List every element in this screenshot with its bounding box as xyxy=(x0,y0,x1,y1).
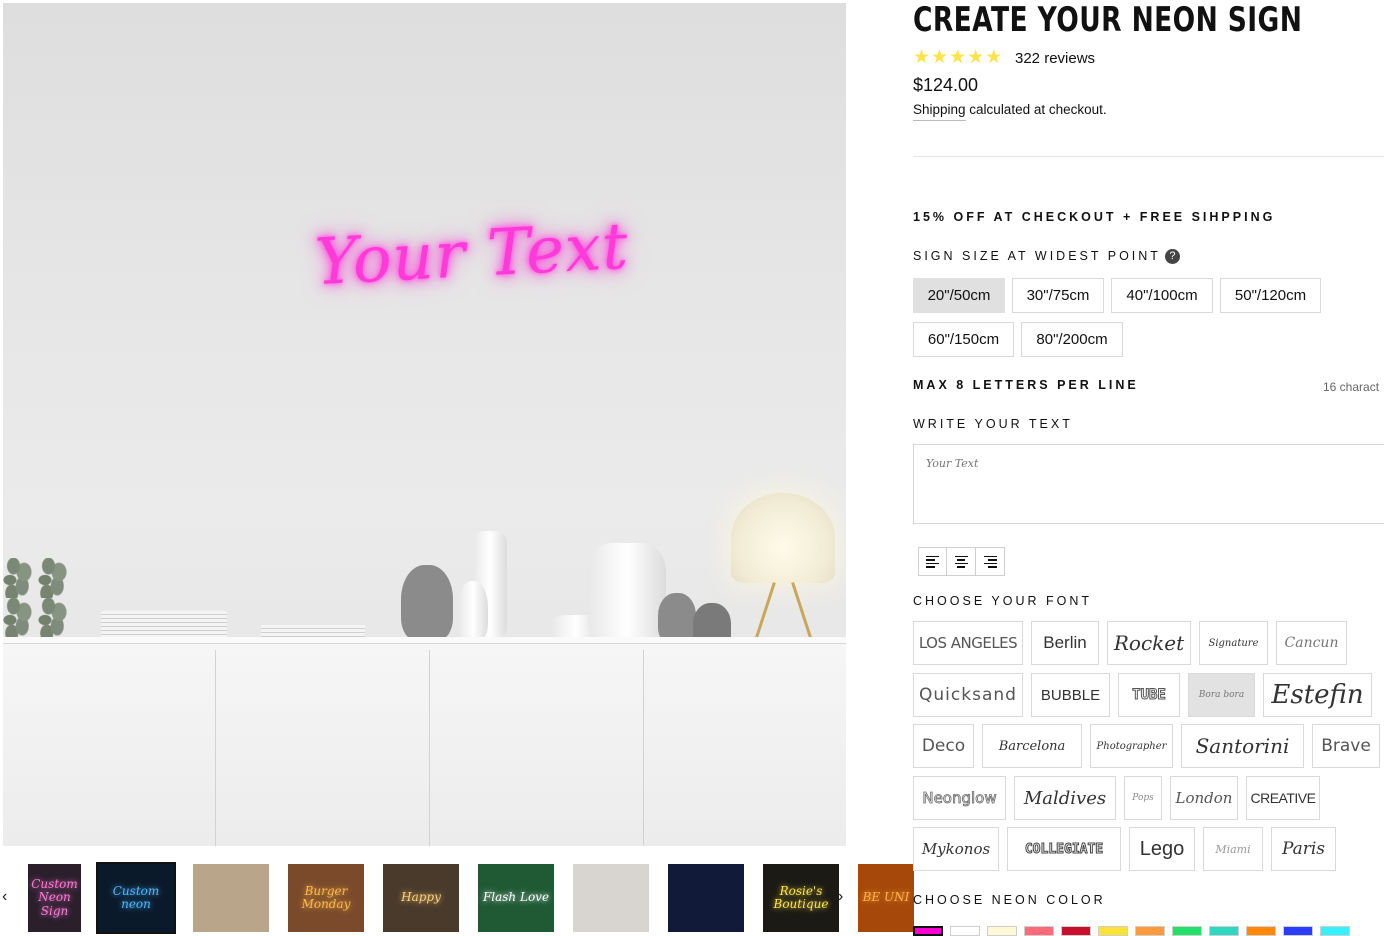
font-option-los-angeles[interactable]: LOS ANGELES xyxy=(913,621,1023,665)
size-label: SIGN SIZE AT WIDEST POINT? xyxy=(913,249,1180,265)
star-icon: ★ xyxy=(931,47,949,68)
product-price: $124.00 xyxy=(913,75,979,95)
font-option-tube[interactable]: TUBE xyxy=(1118,673,1180,717)
thumbnail-4[interactable]: Burger Monday xyxy=(288,864,364,932)
font-option-mykonos[interactable]: Mykonos xyxy=(913,827,999,871)
font-option-collegiate[interactable]: COLLEGIATE xyxy=(1007,827,1121,871)
product-main-image: Your Text xyxy=(3,3,846,846)
star-icon: ★ xyxy=(967,47,985,68)
neon-color-swatch-11[interactable] xyxy=(1283,926,1313,936)
font-option-miami[interactable]: Miami xyxy=(1203,827,1263,871)
font-option-estefin[interactable]: Estefin xyxy=(1263,673,1372,717)
font-option-maldives[interactable]: Maldives xyxy=(1014,776,1116,820)
font-option-bubble[interactable]: BUBBLE xyxy=(1031,673,1110,717)
shipping-link[interactable]: Shipping xyxy=(913,102,966,121)
font-option-london[interactable]: London xyxy=(1170,776,1238,820)
star-icon: ★ xyxy=(949,47,967,68)
size-option-50-120[interactable]: 50"/120cm xyxy=(1220,278,1321,313)
star-icon: ★ xyxy=(913,47,931,68)
divider xyxy=(913,156,1384,157)
neon-color-swatch-1[interactable] xyxy=(913,926,943,936)
rating-stars[interactable]: ★ ★ ★ ★ ★ xyxy=(913,48,1002,68)
size-label-text: SIGN SIZE AT WIDEST POINT xyxy=(913,249,1161,263)
character-count: 16 charact xyxy=(1323,380,1380,394)
align-center-icon xyxy=(954,555,968,568)
thumbnail-7[interactable] xyxy=(573,864,649,932)
shipping-text: calculated at checkout. xyxy=(965,102,1107,117)
font-option-brave[interactable]: Brave xyxy=(1312,724,1380,768)
white-small-vase xyxy=(458,581,488,641)
write-text-label: WRITE YOUR TEXT xyxy=(913,417,1073,431)
font-option-signature[interactable]: Signature xyxy=(1199,621,1268,665)
sign-text-input[interactable] xyxy=(913,444,1384,524)
neon-color-swatch-3[interactable] xyxy=(987,926,1017,936)
font-option-berlin[interactable]: Berlin xyxy=(1031,621,1099,665)
neon-color-swatch-8[interactable] xyxy=(1172,926,1202,936)
promo-banner: 15% OFF AT CHECKOUT + FREE SIHPPING xyxy=(913,210,1276,224)
thumbnail-6[interactable]: Flash Love xyxy=(478,864,554,932)
align-center-button[interactable] xyxy=(947,547,976,576)
gray-round-vase xyxy=(658,593,696,643)
thumbnail-1[interactable]: Custom Neon Sign xyxy=(28,864,81,932)
table-lamp xyxy=(731,493,835,583)
star-icon: ★ xyxy=(985,47,1003,68)
size-option-20-50[interactable]: 20"/50cm xyxy=(913,278,1005,313)
font-option-quicksand[interactable]: Quicksand xyxy=(913,673,1023,717)
neon-color-swatch-9[interactable] xyxy=(1209,926,1239,936)
thumbnail-5[interactable]: Happy xyxy=(383,864,459,932)
thumbnail-9[interactable]: Rosie's Boutique xyxy=(763,864,839,932)
thumbnail-next-arrow[interactable]: › xyxy=(838,888,843,906)
white-faceted-vase xyxy=(588,543,666,641)
font-option-pops[interactable]: Pops xyxy=(1124,776,1162,820)
neon-color-swatch-2[interactable] xyxy=(950,926,980,936)
font-option-creative[interactable]: CREATIVE xyxy=(1246,776,1320,820)
lamp-leg xyxy=(753,582,776,644)
size-option-40-100[interactable]: 40"/100cm xyxy=(1111,278,1213,313)
neon-color-swatch-5[interactable] xyxy=(1061,926,1091,936)
font-option-deco[interactable]: Deco xyxy=(913,724,974,768)
font-option-rocket[interactable]: Rocket xyxy=(1107,621,1191,665)
align-left-button[interactable] xyxy=(918,547,947,576)
size-option-80-200[interactable]: 80"/200cm xyxy=(1021,322,1123,357)
font-option-cancun[interactable]: Cancun xyxy=(1276,621,1347,665)
font-label: CHOOSE YOUR FONT xyxy=(913,594,1093,608)
size-option-30-75[interactable]: 30"/75cm xyxy=(1012,278,1104,313)
align-left-icon xyxy=(926,555,939,568)
font-option-barcelona[interactable]: Barcelona xyxy=(982,724,1082,768)
neon-preview-text: Your Text xyxy=(313,209,631,301)
neon-color-swatch-12[interactable] xyxy=(1320,926,1350,936)
thumbnail-10[interactable]: BE UNI xyxy=(858,864,914,932)
neon-color-swatch-6[interactable] xyxy=(1098,926,1128,936)
font-option-paris[interactable]: Paris xyxy=(1271,827,1336,871)
neon-color-swatch-10[interactable] xyxy=(1246,926,1276,936)
thumbnail-8[interactable] xyxy=(668,864,744,932)
lamp-leg xyxy=(791,582,814,644)
sideboard xyxy=(3,643,846,846)
neon-color-swatch-7[interactable] xyxy=(1135,926,1165,936)
font-option-neonglow[interactable]: Neonglow xyxy=(913,776,1006,820)
neon-color-swatch-4[interactable] xyxy=(1024,926,1054,936)
neon-color-label: CHOOSE NEON COLOR xyxy=(913,893,1106,907)
font-option-santorini[interactable]: Santorini xyxy=(1181,724,1304,768)
shipping-note: Shipping calculated at checkout. xyxy=(913,102,1107,121)
thumbnail-2[interactable]: Custom neon xyxy=(96,862,176,934)
max-letters-label: MAX 8 LETTERS PER LINE xyxy=(913,378,1139,392)
text-align-group xyxy=(918,547,1005,576)
thumbnail-3[interactable] xyxy=(193,864,269,932)
thumbnail-prev-arrow[interactable]: ‹ xyxy=(2,888,7,906)
gray-vase xyxy=(401,565,453,641)
align-right-button[interactable] xyxy=(976,547,1005,576)
help-icon[interactable]: ? xyxy=(1164,249,1180,265)
align-right-icon xyxy=(983,555,997,568)
font-option-bora-bora[interactable]: Bora bora xyxy=(1188,673,1255,717)
font-option-lego[interactable]: Lego xyxy=(1129,827,1195,871)
reviews-count[interactable]: 322 reviews xyxy=(1015,50,1095,67)
font-option-photographer[interactable]: Photographer xyxy=(1090,724,1173,768)
product-title: CREATE YOUR NEON SIGN xyxy=(913,0,1303,40)
size-option-60-150[interactable]: 60"/150cm xyxy=(913,322,1014,357)
